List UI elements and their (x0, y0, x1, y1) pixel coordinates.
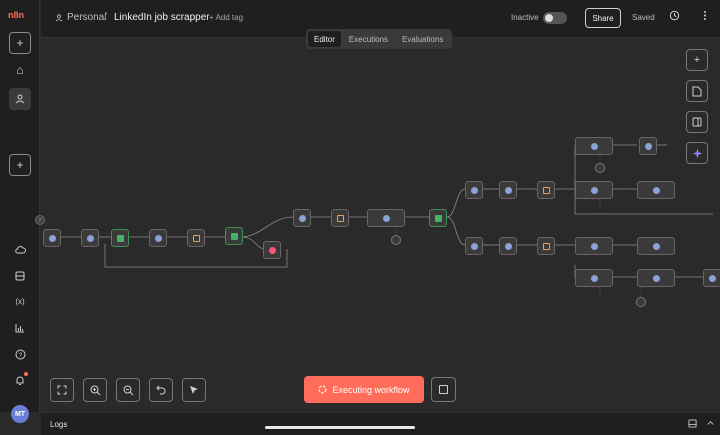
share-button[interactable]: Share (585, 8, 621, 28)
ai-sparkle-icon[interactable] (686, 142, 708, 164)
tab-executions[interactable]: Executions (343, 31, 394, 47)
breadcrumb-project[interactable]: Personal (55, 12, 106, 23)
workflow-name[interactable]: LinkedIn job scrapper (114, 12, 210, 23)
http-details-node[interactable] (293, 209, 311, 227)
add-node-icon[interactable]: + (686, 49, 708, 71)
active-state-label: Inactive (511, 13, 539, 22)
branch-b-final-node[interactable] (703, 269, 720, 287)
branch-a-node-2[interactable] (499, 181, 517, 199)
add-icon[interactable]: + (9, 32, 31, 54)
branch-a-send-node[interactable] (639, 137, 657, 155)
markdown-node[interactable] (331, 209, 349, 227)
branch-a-node-1[interactable] (465, 181, 483, 199)
n8n-logo[interactable]: n8n (8, 10, 32, 24)
branch-b-model-sub-node[interactable] (636, 297, 646, 307)
sticky-note-icon[interactable] (686, 80, 708, 102)
avatar[interactable]: MT (11, 405, 29, 423)
insights-icon[interactable] (9, 317, 31, 339)
filter-node[interactable] (225, 227, 243, 245)
trigger-node[interactable] (43, 229, 61, 247)
branch-a-model-sub-node[interactable] (595, 163, 605, 173)
more-options-icon[interactable] (703, 10, 717, 24)
branch-b-output-node[interactable] (637, 237, 675, 255)
model-sub-node[interactable] (391, 235, 401, 245)
svg-text:?: ? (18, 353, 22, 359)
personal-icon[interactable] (9, 88, 31, 110)
zoom-out-icon[interactable] (116, 378, 140, 402)
branch-b-node-1[interactable] (465, 237, 483, 255)
cloud-icon[interactable] (9, 239, 31, 261)
popout-icon[interactable] (688, 419, 698, 429)
switch-node[interactable] (429, 209, 447, 227)
branch-a-link-node[interactable] (575, 137, 613, 155)
execute-label: Executing workflow (332, 384, 410, 395)
notification-dot (24, 372, 28, 376)
branch-b-node-2[interactable] (499, 237, 517, 255)
http-request-node[interactable] (81, 229, 99, 247)
spinner-icon (319, 385, 327, 394)
ai-agent-node[interactable] (367, 209, 405, 227)
branch-a-code-node[interactable] (537, 181, 555, 199)
stop-icon (439, 385, 448, 394)
extract-node[interactable] (149, 229, 167, 247)
home-indicator (265, 426, 415, 429)
panel-icon[interactable] (686, 111, 708, 133)
stop-execution-button[interactable] (431, 377, 456, 402)
tab-editor[interactable]: Editor (308, 31, 341, 47)
saved-status: Saved (632, 13, 655, 22)
split-node[interactable] (111, 229, 129, 247)
wait-node[interactable] (263, 241, 281, 259)
branch-a-agent-node[interactable] (575, 181, 613, 199)
history-icon[interactable] (669, 10, 683, 24)
fit-view-icon[interactable] (50, 378, 74, 402)
branch-b-agent-node[interactable] (575, 237, 613, 255)
add-tag-button[interactable]: + Add tag (209, 13, 243, 22)
branch-a-output-node[interactable] (637, 181, 675, 199)
templates-icon[interactable] (9, 265, 31, 287)
variables-icon[interactable]: (x) (9, 290, 31, 312)
undo-icon[interactable] (149, 378, 173, 402)
home-icon[interactable]: ⌂ (9, 59, 31, 81)
project-name: Personal (67, 12, 107, 23)
expand-logs-icon[interactable] (706, 419, 716, 429)
view-tabs: Editor Executions Evaluations (306, 29, 452, 49)
branch-b-link-node[interactable] (575, 269, 613, 287)
help-icon[interactable]: ? (9, 343, 31, 365)
zoom-in-icon[interactable] (83, 378, 107, 402)
branch-b-send-node[interactable] (637, 269, 675, 287)
expand-panel-icon[interactable]: › (35, 215, 45, 225)
logs-panel[interactable]: Logs (41, 412, 720, 435)
add-project-icon[interactable]: + (9, 154, 31, 176)
tab-evaluations[interactable]: Evaluations (396, 31, 449, 47)
active-toggle[interactable] (543, 12, 567, 24)
branch-b-code-node[interactable] (537, 237, 555, 255)
n8n-editor: n8n + ⌂ + (x) ? MT Personal / LinkedIn j… (0, 0, 720, 435)
workflow-canvas[interactable]: › (35, 39, 720, 412)
user-icon (55, 13, 63, 21)
sidebar: n8n + ⌂ + (x) ? MT (0, 0, 40, 423)
code-node[interactable] (187, 229, 205, 247)
select-cursor-icon[interactable] (182, 378, 206, 402)
breadcrumb-separator: / (104, 11, 108, 23)
execute-workflow-button[interactable]: Executing workflow (304, 376, 424, 403)
logs-label: Logs (50, 420, 68, 429)
